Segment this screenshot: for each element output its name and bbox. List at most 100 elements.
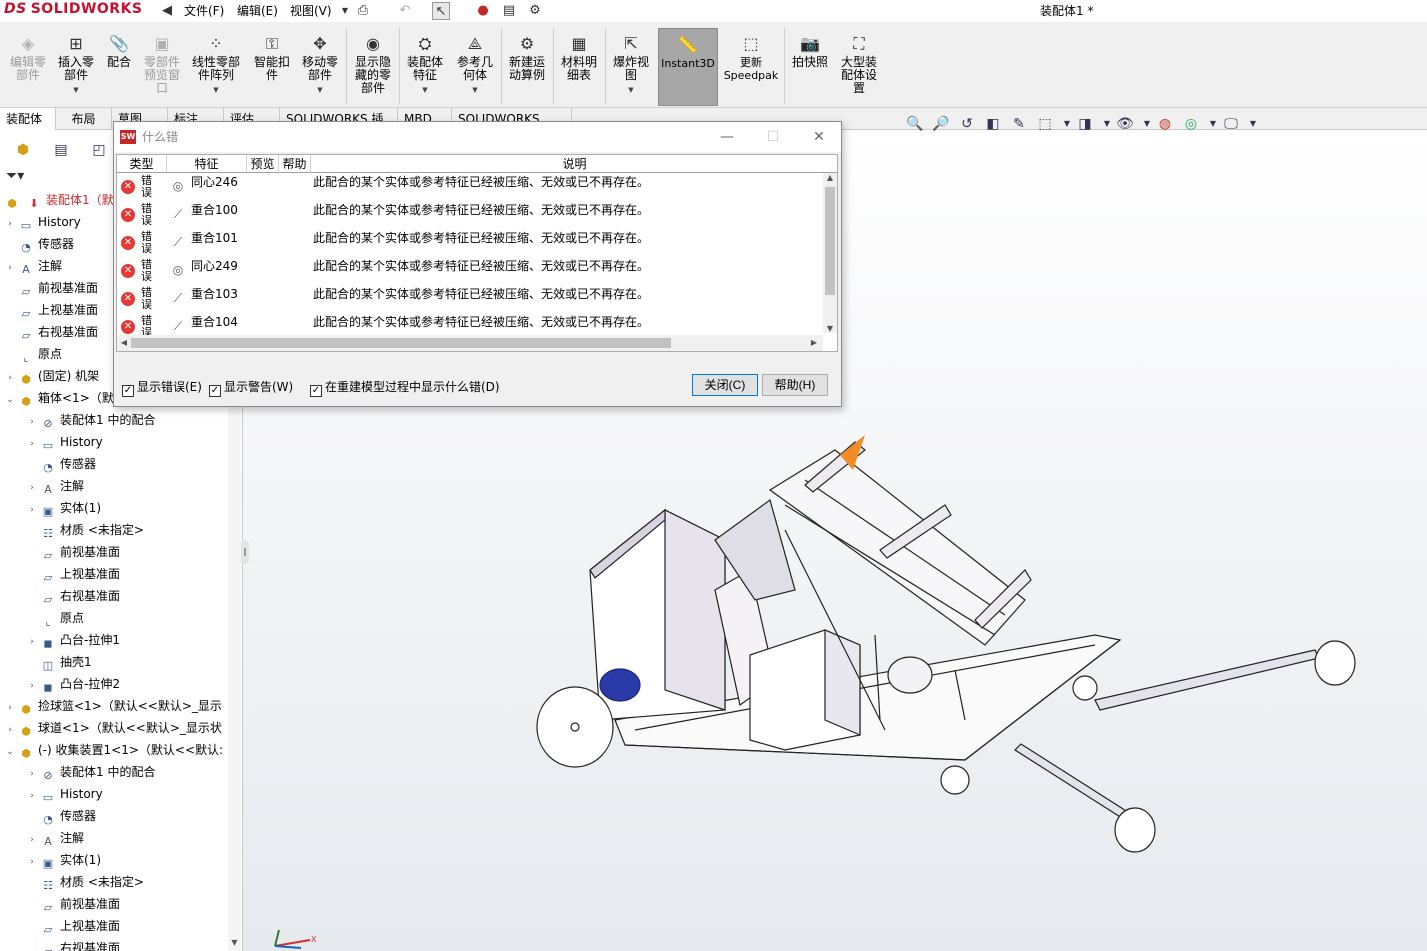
tree-item[interactable]: › ⊘ 装配体1 中的配合: [26, 761, 155, 783]
maximize-icon[interactable]: ☐: [750, 122, 796, 152]
chevron-down-icon[interactable]: ▼: [1057, 114, 1077, 134]
tree-item[interactable]: ☷ 材质 <未指定>: [26, 871, 144, 893]
view-settings-monitor-icon[interactable]: 🖵: [1221, 114, 1241, 134]
reference-geometry-button[interactable]: ⟁ 参考几 何体 ▼: [452, 34, 498, 106]
scroll-right-icon[interactable]: ▶: [807, 338, 821, 347]
edit-appearance-icon[interactable]: ◍: [1155, 114, 1175, 134]
tree-item[interactable]: ▱右视基准面: [26, 585, 120, 607]
show-during-rebuild-checkbox[interactable]: ✓ 在重建模型过程中显示什么错(D): [310, 377, 500, 397]
chevron-down-icon[interactable]: ▼: [54, 84, 98, 97]
tree-item[interactable]: › ▭ History: [26, 783, 103, 805]
chevron-down-icon[interactable]: ▼: [1203, 114, 1223, 134]
large-assembly-settings-button[interactable]: ⛶ 大型装 配体设 置: [836, 34, 882, 106]
assembly-features-button[interactable]: ⛭ 装配体 特征 ▼: [402, 34, 448, 106]
column-header-type[interactable]: 类型: [117, 155, 167, 173]
dynamic-annotation-icon[interactable]: ✎: [1009, 114, 1029, 134]
minimize-icon[interactable]: —: [704, 122, 750, 152]
undo-icon[interactable]: ↶: [396, 2, 414, 20]
update-speedpak-button[interactable]: ⬚ 更新 Speedpak: [722, 34, 780, 106]
move-component-button[interactable]: ✥ 移动零 部件 ▼: [298, 34, 342, 106]
edit-component-button[interactable]: ◈ 编辑零 部件: [6, 34, 50, 106]
new-motion-study-button[interactable]: ⚙ 新建运 动算例: [504, 34, 550, 106]
exploded-view-button[interactable]: ⇱ 爆炸视 图 ▼: [608, 34, 654, 106]
tree-item[interactable]: › ⬢ 球道<1>（默认<<默认>_显示状: [4, 717, 222, 739]
tree-item[interactable]: › ▭ History: [26, 431, 103, 453]
table-row[interactable]: ✕ 错误 ◎ 同心249 此配合的某个实体或参考特征已经被压缩、无效或已不再存在…: [117, 257, 823, 285]
chevron-down-icon[interactable]: ▼: [1243, 114, 1263, 134]
chevron-down-icon[interactable]: ▼: [188, 84, 244, 97]
table-horizontal-scrollbar[interactable]: ◀ ▶: [117, 335, 823, 351]
menu-view[interactable]: 视图(V): [290, 0, 332, 22]
close-icon[interactable]: ✕: [796, 122, 842, 152]
tree-item[interactable]: › ▭ History: [4, 211, 81, 233]
tree-item[interactable]: ▱ 上视基准面: [26, 563, 120, 585]
file-properties-icon[interactable]: ▤: [500, 2, 518, 20]
table-row[interactable]: ✕ 错误 ◎ 同心246 此配合的某个实体或参考特征已经被压缩、无效或已不再存在…: [117, 173, 823, 201]
configuration-manager-tab-icon[interactable]: ◰: [84, 138, 114, 162]
display-style-icon[interactable]: ◨: [1075, 114, 1095, 134]
mate-button[interactable]: 📎 配合: [102, 34, 136, 106]
select-cursor-icon[interactable]: ↖: [432, 2, 450, 20]
tree-item[interactable]: › ▣ 实体(1): [26, 849, 101, 871]
tree-root-assembly[interactable]: ⬢ ⬇ 装配体1（默: [2, 189, 113, 211]
chevron-down-icon[interactable]: ▼: [452, 84, 498, 97]
column-header-description[interactable]: 说明: [311, 155, 837, 173]
table-row[interactable]: ✕ 错误 ⟋ 重合101 此配合的某个实体或参考特征已经被压缩、无效或已不再存在…: [117, 229, 823, 257]
table-row[interactable]: ✕ 错误 ⟋ 重合100 此配合的某个实体或参考特征已经被压缩、无效或已不再存在…: [117, 201, 823, 229]
chevron-down-icon[interactable]: ▼: [608, 84, 654, 97]
view-orientation-icon[interactable]: ⬚: [1035, 114, 1055, 134]
help-button[interactable]: 帮助(H): [762, 374, 828, 396]
tree-item[interactable]: ▱ 上视基准面: [4, 299, 98, 321]
chevron-down-icon[interactable]: ▼: [336, 2, 354, 20]
chevron-down-icon[interactable]: ▼: [402, 84, 448, 97]
column-header-help[interactable]: 帮助: [279, 155, 311, 173]
section-view-icon[interactable]: ◧: [983, 114, 1003, 134]
scroll-up-icon[interactable]: ▲: [823, 173, 837, 182]
linear-pattern-button[interactable]: ⁘ 线性零部 件阵列 ▼: [188, 34, 244, 106]
tree-item[interactable]: › ▣ 实体(1): [26, 497, 101, 519]
zoom-to-area-icon[interactable]: 🔎: [931, 114, 951, 134]
show-hidden-components-button[interactable]: ◉ 显示隐 藏的零 部件: [350, 34, 396, 106]
previous-view-icon[interactable]: ↺: [957, 114, 977, 134]
menu-edit[interactable]: 编辑(E): [237, 0, 278, 22]
component-preview-button[interactable]: ▣ 零部件 预览窗 口: [140, 34, 184, 106]
chevron-down-icon[interactable]: ▼: [1137, 114, 1157, 134]
assembly-model-view[interactable]: [535, 430, 1365, 860]
table-row[interactable]: ✕ 错误 ⟋ 重合104 此配合的某个实体或参考特征已经被压缩、无效或已不再存在…: [117, 313, 823, 335]
chevron-down-icon[interactable]: ▼: [1097, 114, 1117, 134]
rebuild-traffic-light-icon[interactable]: ●: [474, 2, 492, 20]
tree-item[interactable]: › ⬢ 捡球篮<1>（默认<<默认>_显示: [4, 695, 222, 717]
tree-item[interactable]: ◫ 抽壳1: [26, 651, 92, 673]
tree-item[interactable]: › ◼ 凸台-拉伸1: [26, 629, 120, 651]
scrollbar-thumb[interactable]: [825, 187, 835, 295]
tree-item[interactable]: › A 注解: [26, 475, 84, 497]
scroll-down-icon[interactable]: ▼: [228, 938, 241, 951]
tab-assembly[interactable]: 装配体: [0, 108, 56, 130]
filter-icon[interactable]: ⏷▾: [6, 168, 36, 188]
tree-item[interactable]: ◔ 传感器: [26, 453, 96, 475]
close-button[interactable]: 关闭(C): [692, 374, 758, 396]
instant3d-button[interactable]: 📏 Instant3D: [658, 28, 718, 106]
print-icon[interactable]: ⎙: [354, 2, 372, 20]
tree-item[interactable]: › ⊘ 装配体1 中的配合: [26, 409, 155, 431]
tree-item[interactable]: ▱右视基准面: [26, 937, 120, 951]
scroll-down-icon[interactable]: ▼: [823, 324, 837, 333]
tree-item[interactable]: ▱ 前视基准面: [26, 893, 120, 915]
collapse-arrow-icon[interactable]: ◀: [158, 2, 176, 20]
tree-item[interactable]: ▱ 前视基准面: [26, 541, 120, 563]
property-manager-tab-icon[interactable]: ▤: [46, 138, 76, 162]
tree-item[interactable]: › ⬢ (固定) 机架: [4, 365, 99, 387]
tree-item[interactable]: ▱ 上视基准面: [26, 915, 120, 937]
insert-component-button[interactable]: ⊞ 插入零 部件 ▼: [54, 34, 98, 106]
hide-show-items-icon[interactable]: 👁: [1115, 114, 1135, 134]
tree-item[interactable]: ◔ 传感器: [26, 805, 96, 827]
bill-of-materials-button[interactable]: ▦ 材料明 细表: [556, 34, 602, 106]
tree-item[interactable]: ⌞ 原点: [4, 343, 62, 365]
scroll-left-icon[interactable]: ◀: [117, 338, 131, 347]
solidworks-logo[interactable]: DS SOLIDWORKS: [4, 1, 154, 21]
menu-file[interactable]: 文件(F): [184, 0, 224, 22]
table-vertical-scrollbar[interactable]: ▲ ▼: [823, 173, 837, 333]
chevron-down-icon[interactable]: ▼: [298, 84, 342, 97]
show-warnings-checkbox[interactable]: ✓ 显示警告(W): [209, 377, 293, 397]
apply-scene-icon[interactable]: ◎: [1181, 114, 1201, 134]
